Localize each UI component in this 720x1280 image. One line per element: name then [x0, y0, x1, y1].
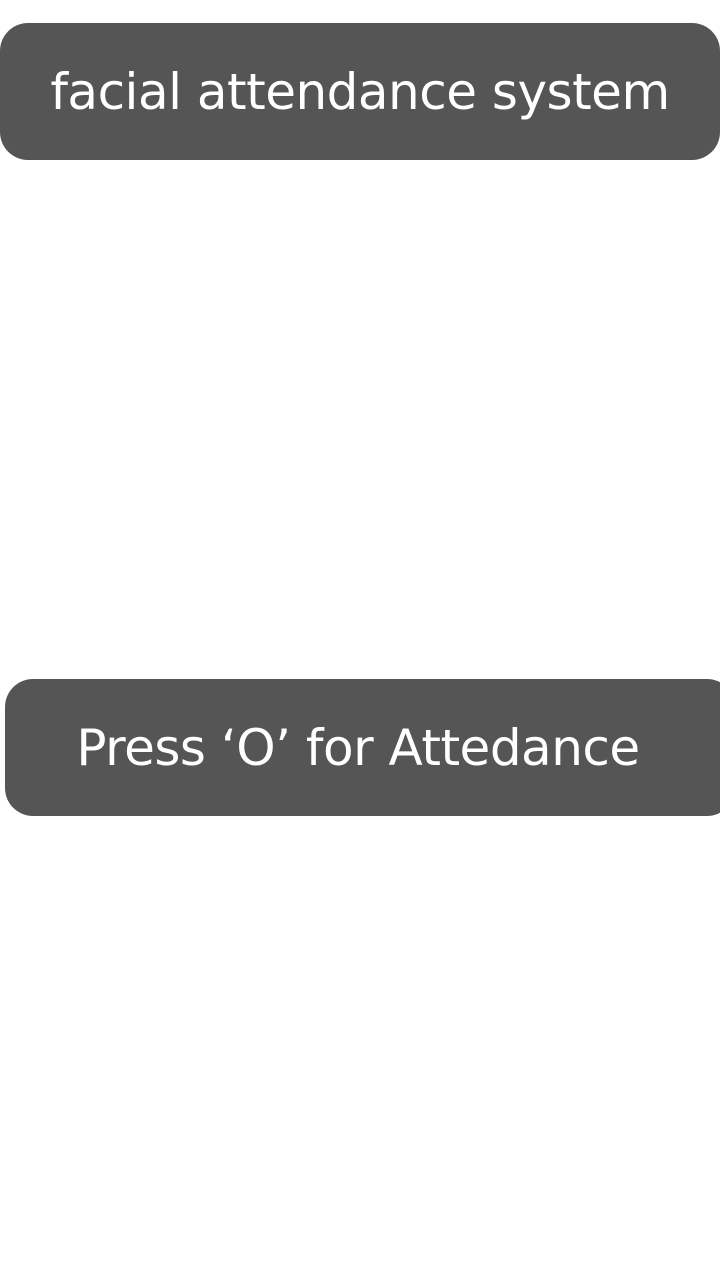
attendance-button[interactable]: Press ‘O’ for Attedance: [5, 679, 720, 816]
app-title: facial attendance system: [50, 62, 670, 121]
app-title-bar: facial attendance system: [0, 23, 720, 160]
attendance-prompt-label: Press ‘O’ for Attedance: [76, 718, 640, 777]
